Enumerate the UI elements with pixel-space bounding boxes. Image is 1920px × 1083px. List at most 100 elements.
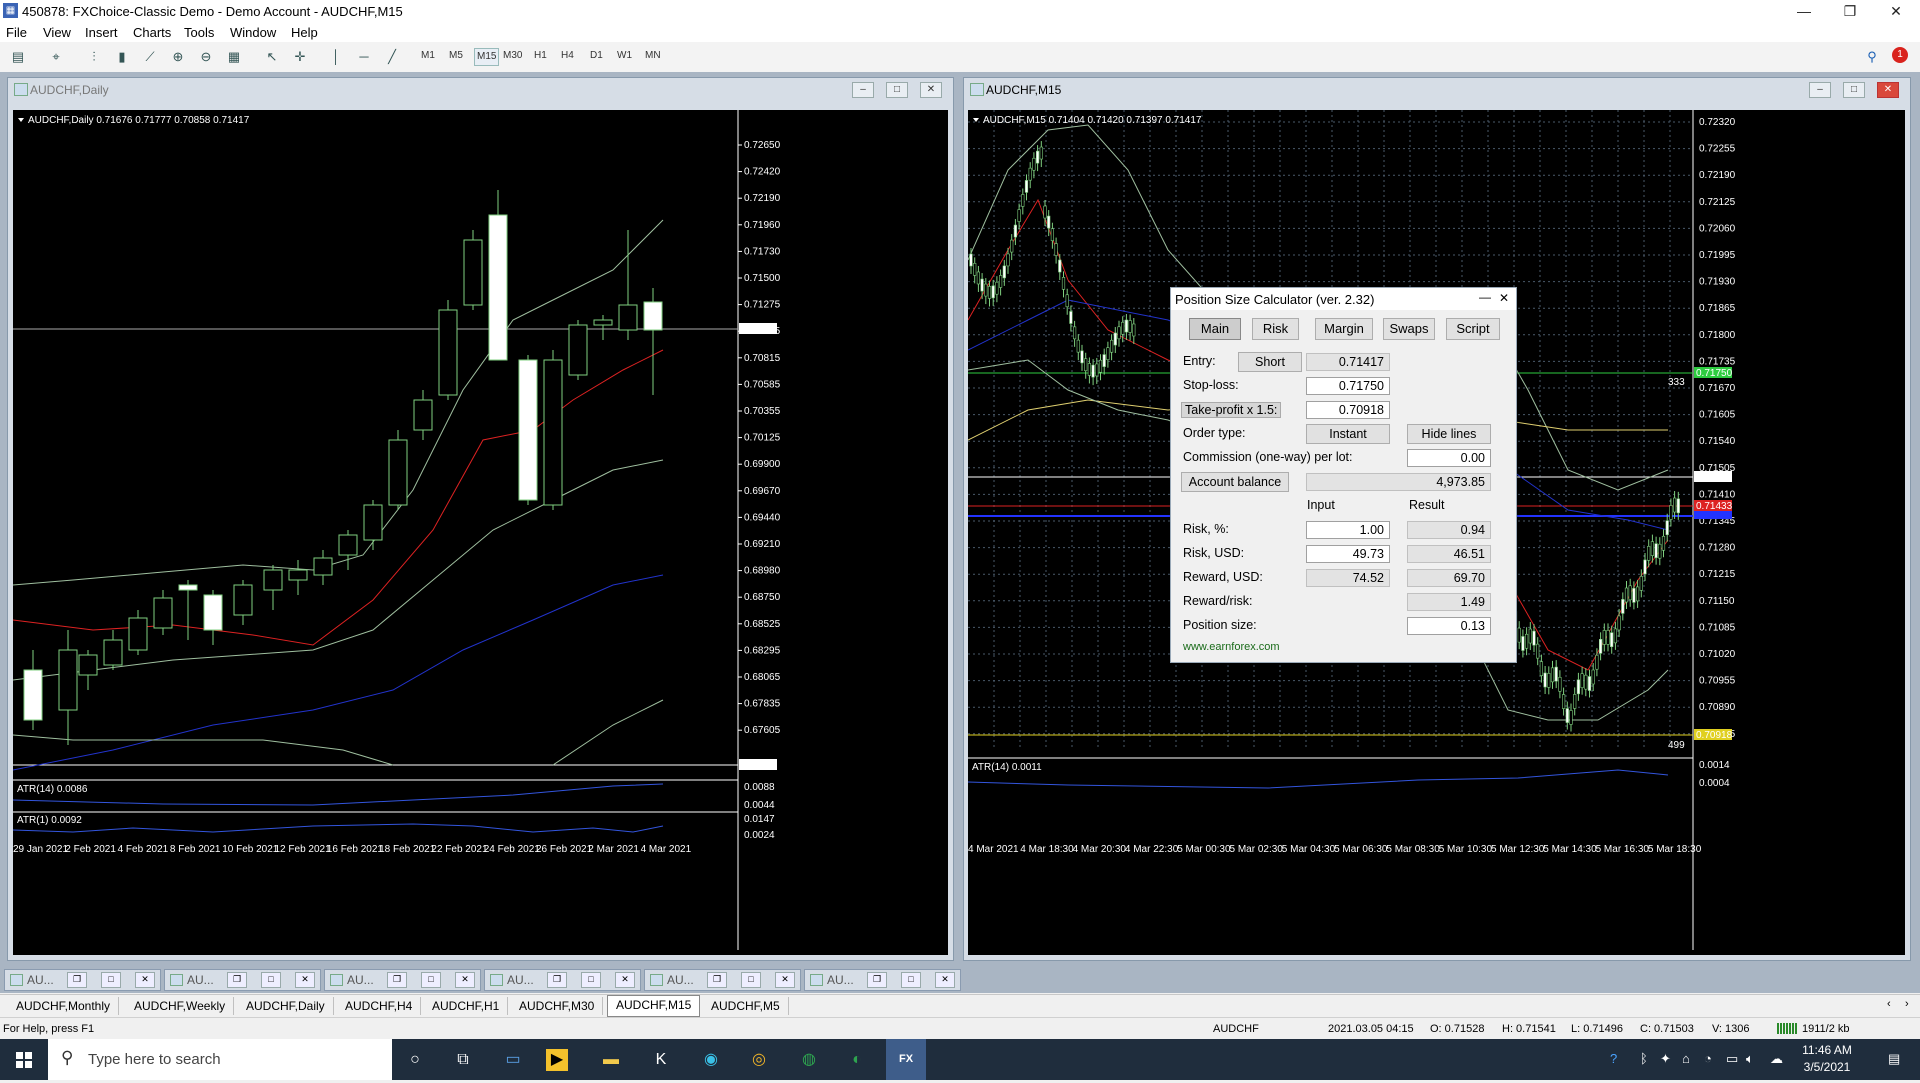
app-k-icon[interactable]: K [644, 1045, 678, 1074]
volume-icon[interactable]: 🔈︎ [1746, 1051, 1754, 1067]
close-icon[interactable]: ✕ [935, 972, 955, 988]
search-icon[interactable]: ⚲ [1862, 48, 1882, 66]
chart-tab-m5[interactable]: AUDCHF,M5 [703, 997, 789, 1015]
bluetooth-icon[interactable]: ᛒ [1640, 1051, 1648, 1066]
tile-windows-icon[interactable]: ▦ [224, 48, 244, 66]
file-explorer-icon[interactable]: ▬ [594, 1045, 628, 1074]
timeframe-h1[interactable]: H1 [534, 50, 547, 61]
crosshair-target-icon[interactable]: ⌖ [46, 48, 66, 66]
chart-tab-m30[interactable]: AUDCHF,M30 [511, 997, 604, 1015]
taskbar-clock-date[interactable]: 3/5/2021 [1797, 1060, 1857, 1074]
taskbar-search-box[interactable]: ⚲ Type here to search [48, 1039, 392, 1080]
daily-chart-canvas[interactable]: 0.72650 0.72420 0.72190 0.71960 0.71730 0.715… [13, 110, 948, 955]
hide-lines-button[interactable]: Hide lines [1407, 424, 1491, 444]
maximize-icon[interactable]: □ [901, 972, 921, 988]
timeframe-w1[interactable]: W1 [617, 50, 632, 61]
timeframe-mn[interactable]: MN [645, 50, 661, 61]
minimized-chart-window[interactable]: AU... ❐ □ ✕ [4, 969, 161, 991]
close-icon[interactable]: ✕ [775, 972, 795, 988]
close-button[interactable]: ✕ [1873, 0, 1919, 22]
maximize-icon[interactable]: □ [261, 972, 281, 988]
stoploss-field[interactable]: 0.71750 [1306, 377, 1390, 395]
psc-tab-risk[interactable]: Risk [1252, 318, 1299, 340]
psc-tab-script[interactable]: Script [1446, 318, 1500, 340]
restore-icon[interactable]: ❐ [867, 972, 887, 988]
commission-field[interactable]: 0.00 [1407, 449, 1491, 467]
daily-chart-svg[interactable]: 0.72650 0.72420 0.72190 0.71960 0.71730 0.715… [13, 110, 948, 955]
menu-view[interactable]: View [43, 25, 71, 40]
risk-percent-input[interactable]: 1.00 [1306, 521, 1390, 539]
zoom-out-icon[interactable]: ⊖ [196, 48, 216, 66]
task-view-icon[interactable]: ⧉ [446, 1045, 480, 1074]
zoom-in-icon[interactable]: ⊕ [168, 48, 188, 66]
chart-tab-m15[interactable]: AUDCHF,M15 [607, 995, 701, 1017]
maximize-button[interactable]: ❐ [1827, 0, 1873, 22]
account-balance-field[interactable]: 4,973.85 [1306, 473, 1491, 491]
risk-usd-input[interactable]: 49.73 [1306, 545, 1390, 563]
minimized-chart-window[interactable]: AU... ❐ □ ✕ [324, 969, 481, 991]
menu-window[interactable]: Window [230, 25, 276, 40]
restore-icon[interactable]: ❐ [707, 972, 727, 988]
help-tray-icon[interactable]: ? [1610, 1051, 1617, 1066]
short-button[interactable]: Short [1238, 352, 1302, 372]
chart-window-titlebar[interactable]: AUDCHF,Daily – □ ✕ [8, 78, 953, 100]
restore-icon[interactable]: ❐ [67, 972, 87, 988]
restore-icon[interactable]: ❐ [227, 972, 247, 988]
account-balance-button[interactable]: Account balance [1181, 472, 1289, 492]
app-yellow-icon[interactable]: ▶ [546, 1049, 568, 1071]
crosshair-icon[interactable]: ✛ [290, 48, 310, 66]
restore-icon[interactable]: ❐ [387, 972, 407, 988]
new-chart-icon[interactable]: ▤ [8, 48, 28, 66]
notification-badge[interactable]: 1 [1892, 47, 1908, 63]
app-green-icon[interactable]: ◐ [840, 1045, 874, 1074]
minimized-chart-window[interactable]: AU... ❐ □ ✕ [644, 969, 801, 991]
earnforex-link[interactable]: www.earnforex.com [1183, 641, 1280, 653]
notification-center-icon[interactable]: ▤ [1888, 1051, 1900, 1067]
menu-charts[interactable]: Charts [133, 25, 171, 40]
restore-icon[interactable]: ❐ [547, 972, 567, 988]
chart-window-titlebar[interactable]: AUDCHF,M15 – □ ✕ [964, 78, 1910, 100]
fxchoice-app-icon[interactable]: FX [886, 1039, 926, 1080]
taskbar-clock-time[interactable]: 11:46 AM [1797, 1043, 1857, 1057]
close-icon[interactable]: ✕ [615, 972, 635, 988]
tray-circle-icon[interactable]: ◔ [1704, 1051, 1712, 1066]
maximize-icon[interactable]: □ [741, 972, 761, 988]
timeframe-h4[interactable]: H4 [561, 50, 574, 61]
close-icon[interactable]: ✕ [455, 972, 475, 988]
line-chart-icon[interactable]: ⟋ [140, 48, 160, 66]
timeframe-m1[interactable]: M1 [421, 50, 435, 61]
chart-maximize-button[interactable]: □ [886, 82, 908, 98]
chart-minimize-button[interactable]: – [1809, 82, 1831, 98]
timeframe-d1[interactable]: D1 [590, 50, 603, 61]
tab-scroll-right-icon[interactable]: › [1905, 998, 1909, 1010]
maximize-icon[interactable]: □ [421, 972, 441, 988]
cloud-icon[interactable]: ☁︎ [1770, 1051, 1783, 1067]
minimized-chart-window[interactable]: AU... ❐ □ ✕ [484, 969, 641, 991]
tab-scroll-left-icon[interactable]: ‹ [1887, 998, 1891, 1010]
menu-tools[interactable]: Tools [184, 25, 214, 40]
menu-insert[interactable]: Insert [85, 25, 118, 40]
tray-app-icon[interactable]: ✦ [1660, 1051, 1671, 1067]
timeframe-m5[interactable]: M5 [449, 50, 463, 61]
cursor-icon[interactable]: ↖ [262, 48, 282, 66]
vertical-line-icon[interactable]: │ [326, 48, 346, 66]
edge-icon[interactable]: ◉ [694, 1045, 728, 1074]
chart-tab-daily[interactable]: AUDCHF,Daily [238, 997, 334, 1015]
close-icon[interactable]: ✕ [295, 972, 315, 988]
psc-close-button[interactable]: ✕ [1499, 291, 1509, 305]
chart-tab-weekly[interactable]: AUDCHF,Weekly [126, 997, 235, 1015]
close-icon[interactable]: ✕ [135, 972, 155, 988]
minimize-button[interactable]: — [1781, 0, 1827, 22]
maximize-icon[interactable]: □ [101, 972, 121, 988]
timeframe-m15[interactable]: M15 [474, 48, 500, 66]
bar-chart-icon[interactable]: ⫶ [84, 48, 104, 66]
psc-tab-swaps[interactable]: Swaps [1383, 318, 1435, 340]
instant-button[interactable]: Instant [1306, 424, 1390, 444]
menu-help[interactable]: Help [291, 25, 318, 40]
chart-tab-h4[interactable]: AUDCHF,H4 [337, 997, 422, 1015]
horizontal-line-icon[interactable]: ─ [354, 48, 374, 66]
takeprofit-label[interactable]: Take-profit x 1.5: [1181, 402, 1282, 418]
chart-close-button[interactable]: ✕ [1877, 82, 1899, 98]
position-size-result[interactable]: 0.13 [1407, 617, 1491, 635]
chart-minimize-button[interactable]: – [852, 82, 874, 98]
